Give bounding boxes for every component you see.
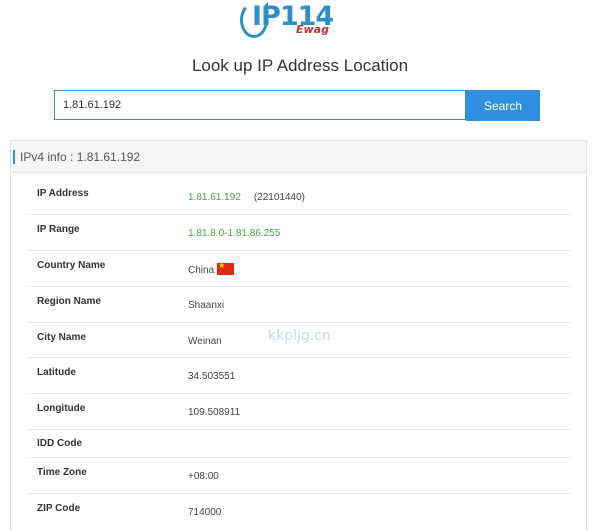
row-label: City Name (37, 332, 86, 343)
watermark: kkpljg.cn (268, 328, 331, 344)
info-row-idd-code: IDD Code (28, 430, 570, 458)
logo-subtext: Ewag (296, 23, 329, 36)
row-label: Time Zone (37, 467, 87, 478)
ip-decimal-value: (22101440) (253, 192, 305, 203)
city-value: Weinan (188, 336, 222, 347)
info-row-ip-range: IP Range 1.81.8.0-1.81.86.255 (28, 215, 570, 251)
site-logo[interactable]: IP114 Ewag (238, 0, 348, 42)
latitude-value: 34.503551 (188, 371, 236, 382)
row-label: IDD Code (37, 438, 82, 449)
panel-accent-bar (13, 150, 15, 164)
row-label: Country Name (37, 260, 106, 271)
row-label: Longitude (37, 403, 86, 414)
row-label: ZIP Code (37, 503, 81, 514)
ip-range-value: 1.81.8.0-1.81.86.255 (188, 228, 281, 239)
page-title: Look up IP Address Location (191, 56, 409, 75)
panel-title: IPv4 info : 1.81.61.192 (20, 150, 141, 164)
panel-header: IPv4 info : 1.81.61.192 (11, 141, 586, 173)
country-value: China (188, 265, 215, 276)
info-row-time-zone: Time Zone +08:00 (28, 458, 570, 494)
row-label: Region Name (37, 296, 101, 307)
row-value: 1.81.61.192 (22101440) (188, 192, 305, 203)
zip-code-value: 714000 (188, 507, 222, 518)
info-row-country: Country Name China (28, 251, 570, 287)
row-label: Latitude (37, 367, 76, 378)
row-label: IP Range (37, 224, 80, 235)
longitude-value: 109.508911 (188, 407, 241, 418)
ip-search-input[interactable] (54, 90, 466, 120)
region-value: Shaanxi (188, 300, 225, 311)
search-button[interactable]: Search (466, 90, 540, 121)
time-zone-value: +08:00 (188, 471, 219, 482)
ip-address-value: 1.81.61.192 (188, 192, 241, 203)
info-row-latitude: Latitude 34.503551 (28, 358, 570, 394)
info-row-zip-code: ZIP Code 714000 (28, 494, 570, 529)
info-row-region: Region Name Shaanxi (28, 287, 570, 323)
info-row-ip-address: IP Address 1.81.61.192 (22101440) (28, 178, 570, 215)
info-row-longitude: Longitude 109.508911 (28, 394, 570, 430)
china-flag-icon (217, 261, 235, 275)
row-value: China (188, 261, 235, 276)
row-label: IP Address (37, 188, 89, 199)
